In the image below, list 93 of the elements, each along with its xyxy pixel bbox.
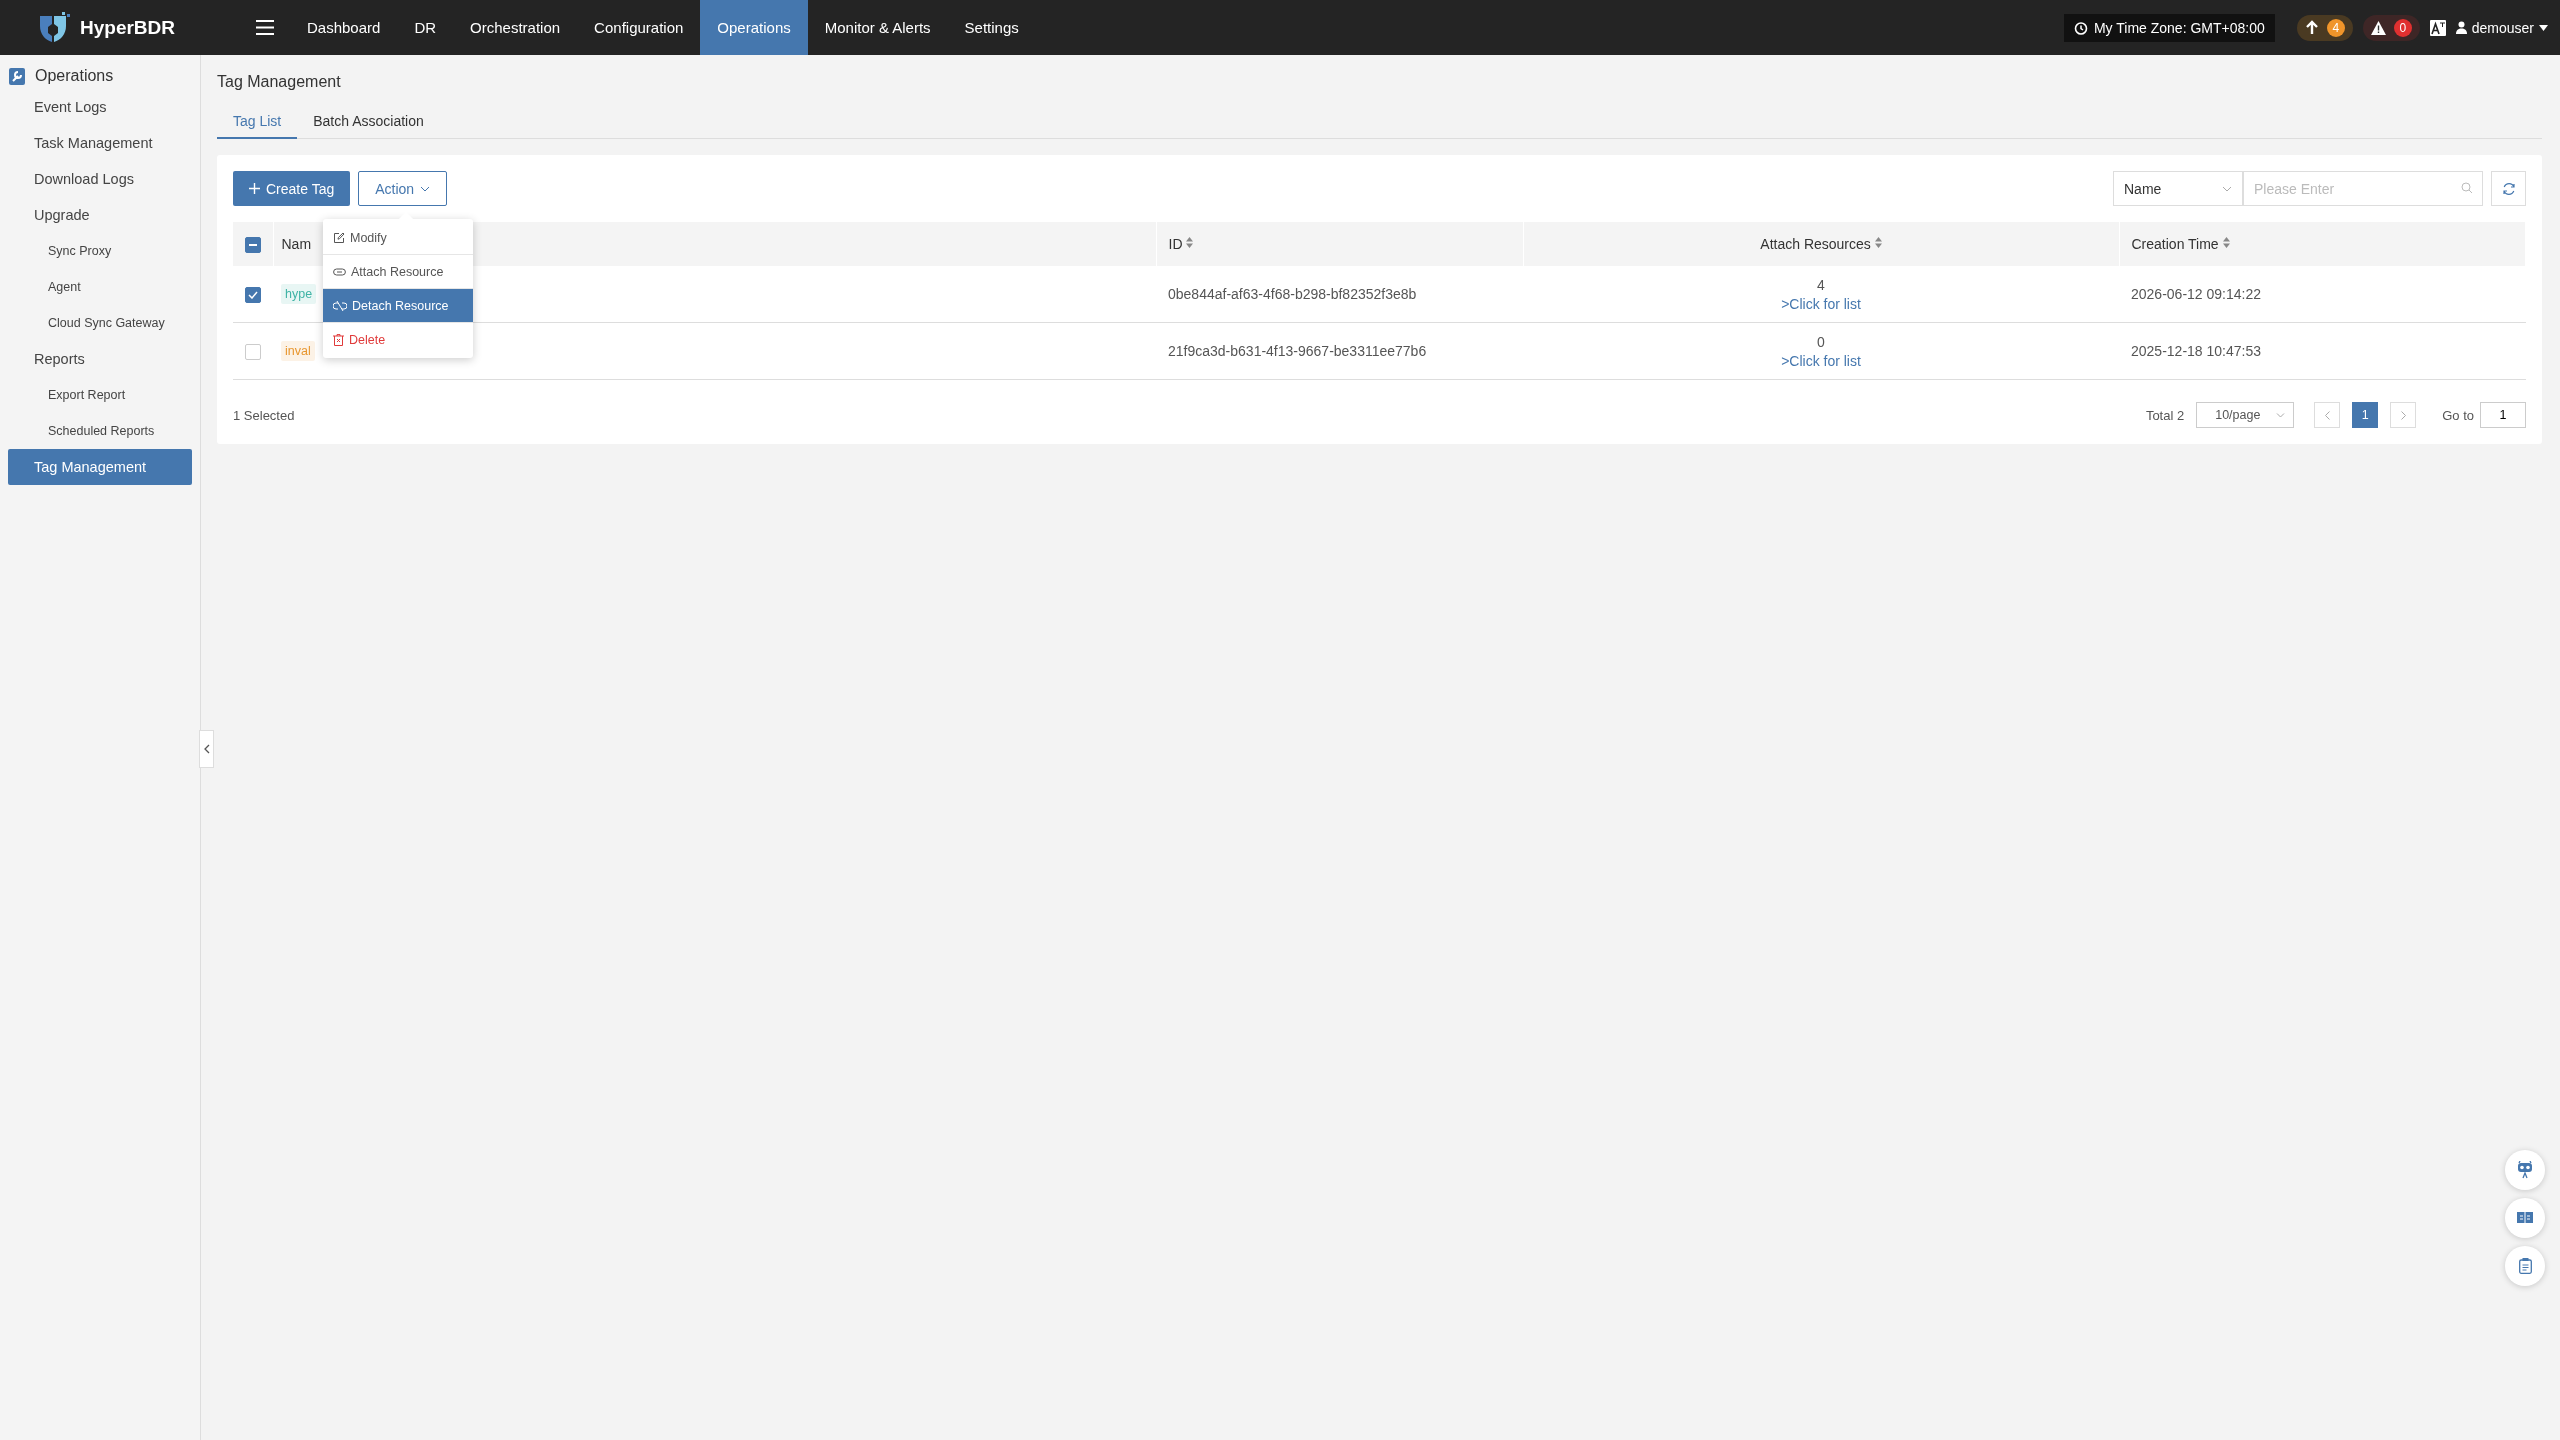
user-menu[interactable]: demouser [2455, 19, 2548, 36]
column-header: Attach Resources [1760, 236, 1871, 253]
table-cell: 0be844af-af63-4f68-b298-bf82352f3e8b [1168, 286, 1417, 302]
assistant-button[interactable] [2505, 1150, 2545, 1190]
column-header: Creation Time [2131, 236, 2219, 253]
go-to-field[interactable]: 1 [2480, 402, 2526, 428]
checkbox[interactable] [245, 343, 261, 360]
table-cell: 2025-12-18 10:47:53 [2131, 343, 2261, 359]
click-for-list-link[interactable]: >Click for list [1781, 352, 1861, 369]
sort-icon[interactable] [1874, 237, 1882, 249]
clock-icon [2073, 20, 2088, 35]
sidebar-item[interactable]: Upgrade [8, 197, 192, 233]
sidebar-item[interactable]: Scheduled Reports [8, 413, 192, 449]
menu-icon[interactable] [256, 20, 274, 35]
user-icon [2455, 21, 2467, 34]
clipboard-button[interactable] [2505, 1246, 2545, 1286]
click-for-list-link[interactable]: >Click for list [1781, 295, 1861, 312]
check-icon [248, 290, 258, 299]
sort-icon[interactable] [2222, 237, 2230, 249]
search-icon [2461, 182, 2473, 194]
table-cell: 0 [1817, 333, 1825, 350]
nav-tab[interactable]: Configuration [577, 0, 701, 55]
docs-button[interactable] [2505, 1198, 2545, 1238]
chevron-left-icon [2324, 410, 2330, 420]
chevron-down-icon [2222, 185, 2232, 192]
sidebar-item[interactable]: Export Report [8, 377, 192, 413]
nav-tab[interactable]: Dashboard [290, 0, 398, 55]
total-count: Total 2 [2145, 407, 2185, 423]
chevron-right-icon [2400, 410, 2406, 420]
selected-count: 1 Selected [233, 407, 295, 423]
nav-tab[interactable]: DR [397, 0, 454, 55]
refresh-button[interactable] [2491, 171, 2526, 206]
timezone-badge[interactable]: My Time Zone: GMT+08:00 [2063, 13, 2275, 42]
plus-icon [249, 183, 260, 194]
edit-icon [333, 231, 345, 244]
sidebar-item[interactable]: Task Management [8, 125, 192, 161]
refresh-icon [2501, 181, 2516, 196]
sidebar-item[interactable]: Event Logs [8, 89, 192, 125]
sidebar-item[interactable]: Tag Management [8, 449, 192, 485]
link-icon [333, 267, 346, 276]
sidebar-title: Operations [35, 67, 114, 85]
sidebar-item[interactable]: Reports [8, 341, 192, 377]
tag-label: inval [281, 341, 315, 361]
shield-logo-icon [38, 11, 72, 44]
column-header: Nam [281, 236, 312, 253]
trash-icon [333, 333, 344, 346]
search-field[interactable]: Please Enter [2243, 171, 2483, 206]
go-to-label: Go to [2442, 407, 2474, 423]
filter-select[interactable]: Name [2113, 171, 2243, 206]
caret-icon [2539, 24, 2548, 31]
menu-item[interactable]: Delete [323, 323, 473, 356]
page-title: Tag Management [217, 73, 342, 91]
table-cell: 2026-06-12 09:14:22 [2131, 286, 2261, 302]
tab[interactable]: Batch Association [297, 113, 440, 139]
clipboard-icon [2518, 1258, 2532, 1274]
alert-badge[interactable]: 0 [2362, 14, 2420, 41]
upgrade-count: 4 [2326, 18, 2345, 37]
warning-icon [2370, 20, 2386, 35]
nav-tab[interactable]: Monitor & Alerts [807, 0, 948, 55]
sidebar-item[interactable]: Agent [8, 269, 192, 305]
wrench-icon [9, 67, 25, 85]
tag-label: hype [281, 284, 317, 304]
page-number[interactable]: 1 [2352, 402, 2379, 428]
collapse-handle[interactable] [199, 730, 214, 768]
checkbox[interactable] [245, 236, 261, 253]
chevron-down-icon [420, 185, 431, 192]
nav-tab[interactable]: Orchestration [453, 0, 578, 55]
sidebar-item[interactable]: Sync Proxy [8, 233, 192, 269]
menu-item[interactable]: Detach Resource [323, 289, 473, 323]
alert-count: 0 [2393, 18, 2412, 37]
create-tag-button[interactable]: Create Tag [233, 171, 351, 206]
brand-name: HyperBDR [80, 16, 176, 39]
table-cell: 4 [1817, 276, 1825, 293]
chevron-left-icon [203, 744, 210, 754]
nav-tab[interactable]: Operations [700, 0, 808, 55]
checkbox[interactable] [245, 286, 261, 303]
chevron-down-icon [2276, 412, 2286, 418]
sort-icon[interactable] [1186, 237, 1194, 249]
translate-icon[interactable] [2429, 19, 2446, 36]
page-size-select[interactable]: 10/page [2196, 402, 2295, 428]
up-arrow-icon [2304, 20, 2319, 35]
unlink-icon [333, 300, 347, 311]
sidebar-item[interactable]: Cloud Sync Gateway [8, 305, 192, 341]
sidebar-item[interactable]: Download Logs [8, 161, 192, 197]
tab[interactable]: Tag List [217, 113, 298, 139]
column-header: ID [1168, 236, 1183, 253]
minus-icon [249, 243, 257, 246]
table-cell: 21f9ca3d-b631-4f13-9667-be3311ee77b6 [1168, 343, 1427, 359]
robot-icon [2517, 1161, 2533, 1179]
nav-tab[interactable]: Settings [947, 0, 1036, 55]
book-icon [2517, 1212, 2533, 1224]
timezone-text: My Time Zone: GMT+08:00 [2093, 19, 2265, 36]
action-dropdown-button[interactable]: Action [358, 171, 448, 206]
